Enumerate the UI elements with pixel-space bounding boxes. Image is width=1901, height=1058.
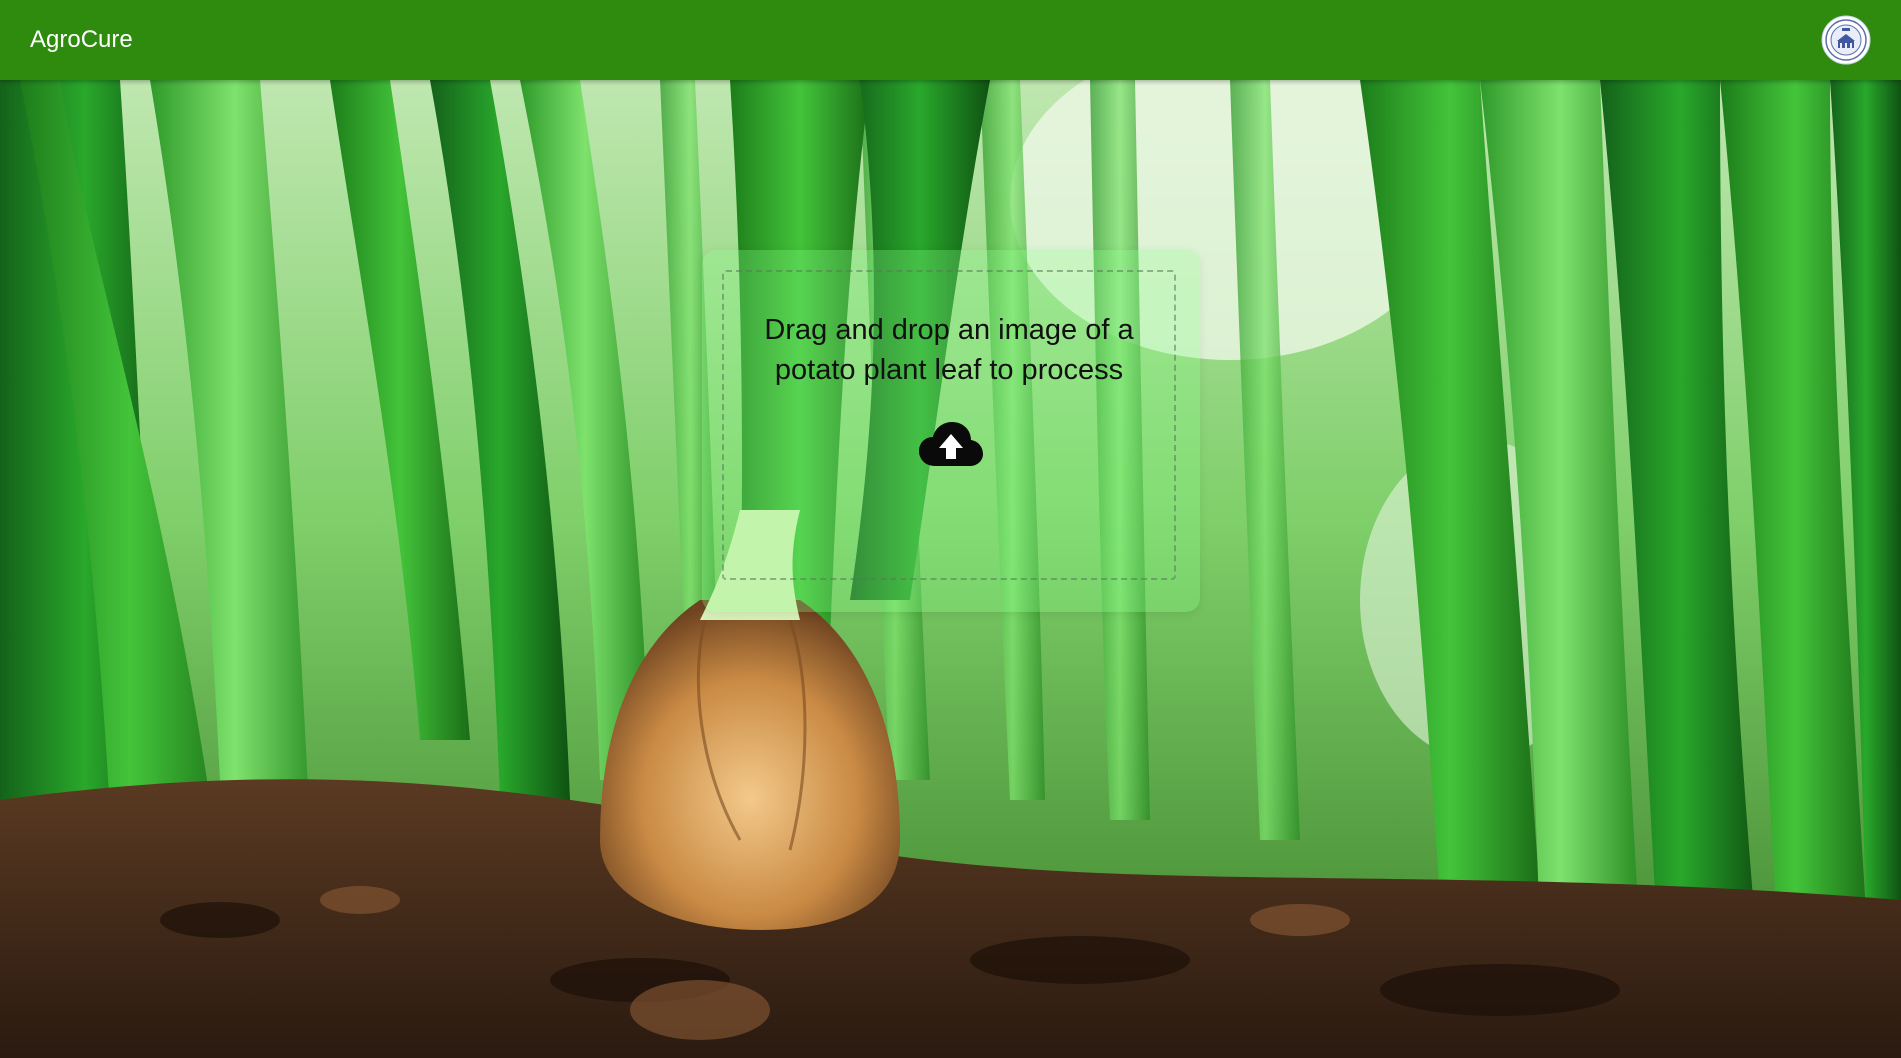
hero-background: Drag and drop an image of a potato plant… (0, 80, 1901, 1058)
upload-card[interactable]: Drag and drop an image of a potato plant… (702, 250, 1200, 612)
app-title: AgroCure (30, 26, 133, 53)
app-bar: AgroCure (0, 0, 1901, 80)
dropzone[interactable]: Drag and drop an image of a potato plant… (722, 270, 1176, 580)
dropzone-instruction: Drag and drop an image of a potato plant… (764, 314, 1134, 386)
cloud-upload-icon[interactable] (919, 422, 983, 470)
university-seal-logo[interactable] (1821, 15, 1871, 65)
